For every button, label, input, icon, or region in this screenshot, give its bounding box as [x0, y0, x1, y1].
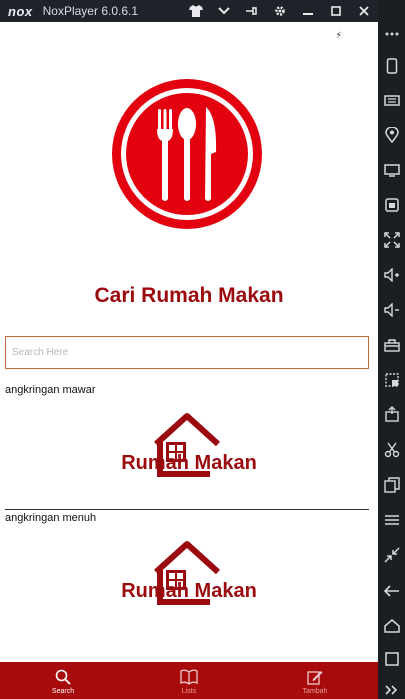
restaurant-logo: [112, 79, 262, 229]
emulator-window: nox NoxPlayer 6.0.6.1 ⚡ Cari Rumah Makan…: [0, 0, 405, 699]
chevron-down-icon[interactable]: [210, 0, 238, 22]
nox-logo: nox: [8, 3, 33, 19]
screenshot-icon[interactable]: [378, 366, 405, 394]
emulator-sidebar: [378, 0, 405, 699]
nav-lists[interactable]: Lists: [126, 662, 252, 699]
restaurant-name: angkringan mawar: [5, 384, 96, 396]
page-title: Cari Rumah Makan: [94, 284, 284, 307]
location-icon[interactable]: [378, 121, 405, 149]
list-divider: [5, 509, 369, 510]
recent-apps-icon[interactable]: [378, 645, 405, 673]
nav-tambah[interactable]: Tambah: [252, 662, 378, 699]
nav-search-label: Search: [51, 687, 75, 695]
screen-icon[interactable]: [378, 156, 405, 184]
restaurant-brand-text: Rumah Makan: [121, 452, 257, 474]
search-icon: [55, 667, 71, 687]
back-icon[interactable]: [378, 577, 405, 605]
restaurant-name: angkringan menuh: [5, 512, 97, 524]
nav-tambah-label: Tambah: [302, 687, 328, 695]
gear-icon[interactable]: [266, 0, 294, 22]
title-bar-controls: [182, 0, 378, 22]
house-icon: [153, 413, 221, 477]
close-icon[interactable]: [350, 0, 378, 22]
scissors-icon[interactable]: [378, 436, 405, 464]
book-icon: [180, 667, 198, 687]
edit-icon: [307, 667, 323, 687]
flash-status-icon: ⚡: [335, 30, 342, 40]
fullscreen-icon[interactable]: [378, 226, 405, 254]
shrink-icon[interactable]: [378, 541, 405, 569]
volume-down-icon[interactable]: [378, 296, 405, 324]
nav-search[interactable]: Search: [0, 662, 126, 699]
multi-window-icon[interactable]: [378, 471, 405, 499]
keyboard-icon[interactable]: [378, 86, 405, 114]
maximize-icon[interactable]: [322, 0, 350, 22]
app-screen: ⚡ Cari Rumah Makan angkringan mawar: [0, 22, 378, 699]
apk-icon[interactable]: [378, 191, 405, 219]
volume-up-icon[interactable]: [378, 261, 405, 289]
pin-icon[interactable]: [238, 0, 266, 22]
house-icon: [153, 541, 221, 605]
restaurant-brand-text: Rumah Makan: [121, 580, 257, 602]
home-icon[interactable]: [378, 612, 405, 640]
install-apk-icon[interactable]: [378, 400, 405, 428]
search-input[interactable]: [5, 336, 369, 369]
tshirt-icon[interactable]: [182, 0, 210, 22]
bottom-navigation: Search Lists Tambah: [0, 662, 378, 699]
minimize-icon[interactable]: [294, 0, 322, 22]
window-title: NoxPlayer 6.0.6.1: [42, 4, 139, 18]
title-bar: nox NoxPlayer 6.0.6.1: [0, 0, 378, 22]
toolbox-icon[interactable]: [378, 331, 405, 359]
expand-icon[interactable]: [378, 676, 405, 699]
more-icon[interactable]: [378, 20, 405, 48]
menu-icon[interactable]: [378, 506, 405, 534]
nav-lists-label: Lists: [181, 687, 197, 695]
phone-icon[interactable]: [378, 52, 405, 80]
